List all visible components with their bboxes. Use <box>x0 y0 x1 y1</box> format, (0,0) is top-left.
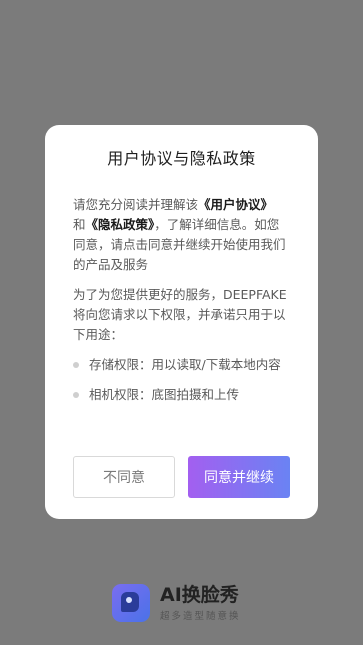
user-agreement-link[interactable]: 《用户协议》 <box>198 197 273 212</box>
dialog-title: 用户协议与隐私政策 <box>107 149 256 168</box>
purpose-paragraph: 为了为您提供更好的服务，DEEPFAKE将向您请求以下权限，并承诺只用于以下用途… <box>73 287 287 342</box>
permission-item-storage: 存储权限：用以读取/下载本地内容 <box>73 355 290 375</box>
app-name: AI换脸秀 <box>160 584 239 606</box>
permission-list: 存储权限：用以读取/下载本地内容 相机权限：底图拍摄和上传 <box>73 355 290 405</box>
intro-paragraph: 请您充分阅读并理解该《用户协议》 和《隐私政策》，了解详细信息。如您同意，请点击同… <box>73 195 290 275</box>
permission-item-camera: 相机权限：底图拍摄和上传 <box>73 385 290 405</box>
permission-text: 存储权限：用以读取/下载本地内容 <box>89 357 281 372</box>
agree-button[interactable]: 同意并继续 <box>188 456 290 498</box>
bullet-dot-icon <box>73 392 79 398</box>
dialog-buttons: 不同意 同意并继续 <box>73 456 290 498</box>
privacy-policy-link[interactable]: 《隐私政策》 <box>86 217 155 232</box>
app-logo-icon <box>112 584 150 622</box>
intro-conjunction: 和 <box>73 217 86 232</box>
privacy-dialog: 用户协议与隐私政策 请您充分阅读并理解该《用户协议》 和《隐私政策》，了解详细信息… <box>45 125 318 519</box>
brand-footer: AI换脸秀 超多造型随意换 <box>112 583 241 622</box>
logo-dot <box>126 597 132 603</box>
permission-text: 相机权限：底图拍摄和上传 <box>89 387 240 402</box>
brand-text: AI换脸秀 超多造型随意换 <box>160 583 241 622</box>
bullet-dot-icon <box>73 362 79 368</box>
app-slogan: 超多造型随意换 <box>160 611 241 622</box>
disagree-button[interactable]: 不同意 <box>73 456 175 498</box>
intro-prefix: 请您充分阅读并理解该 <box>73 197 199 212</box>
